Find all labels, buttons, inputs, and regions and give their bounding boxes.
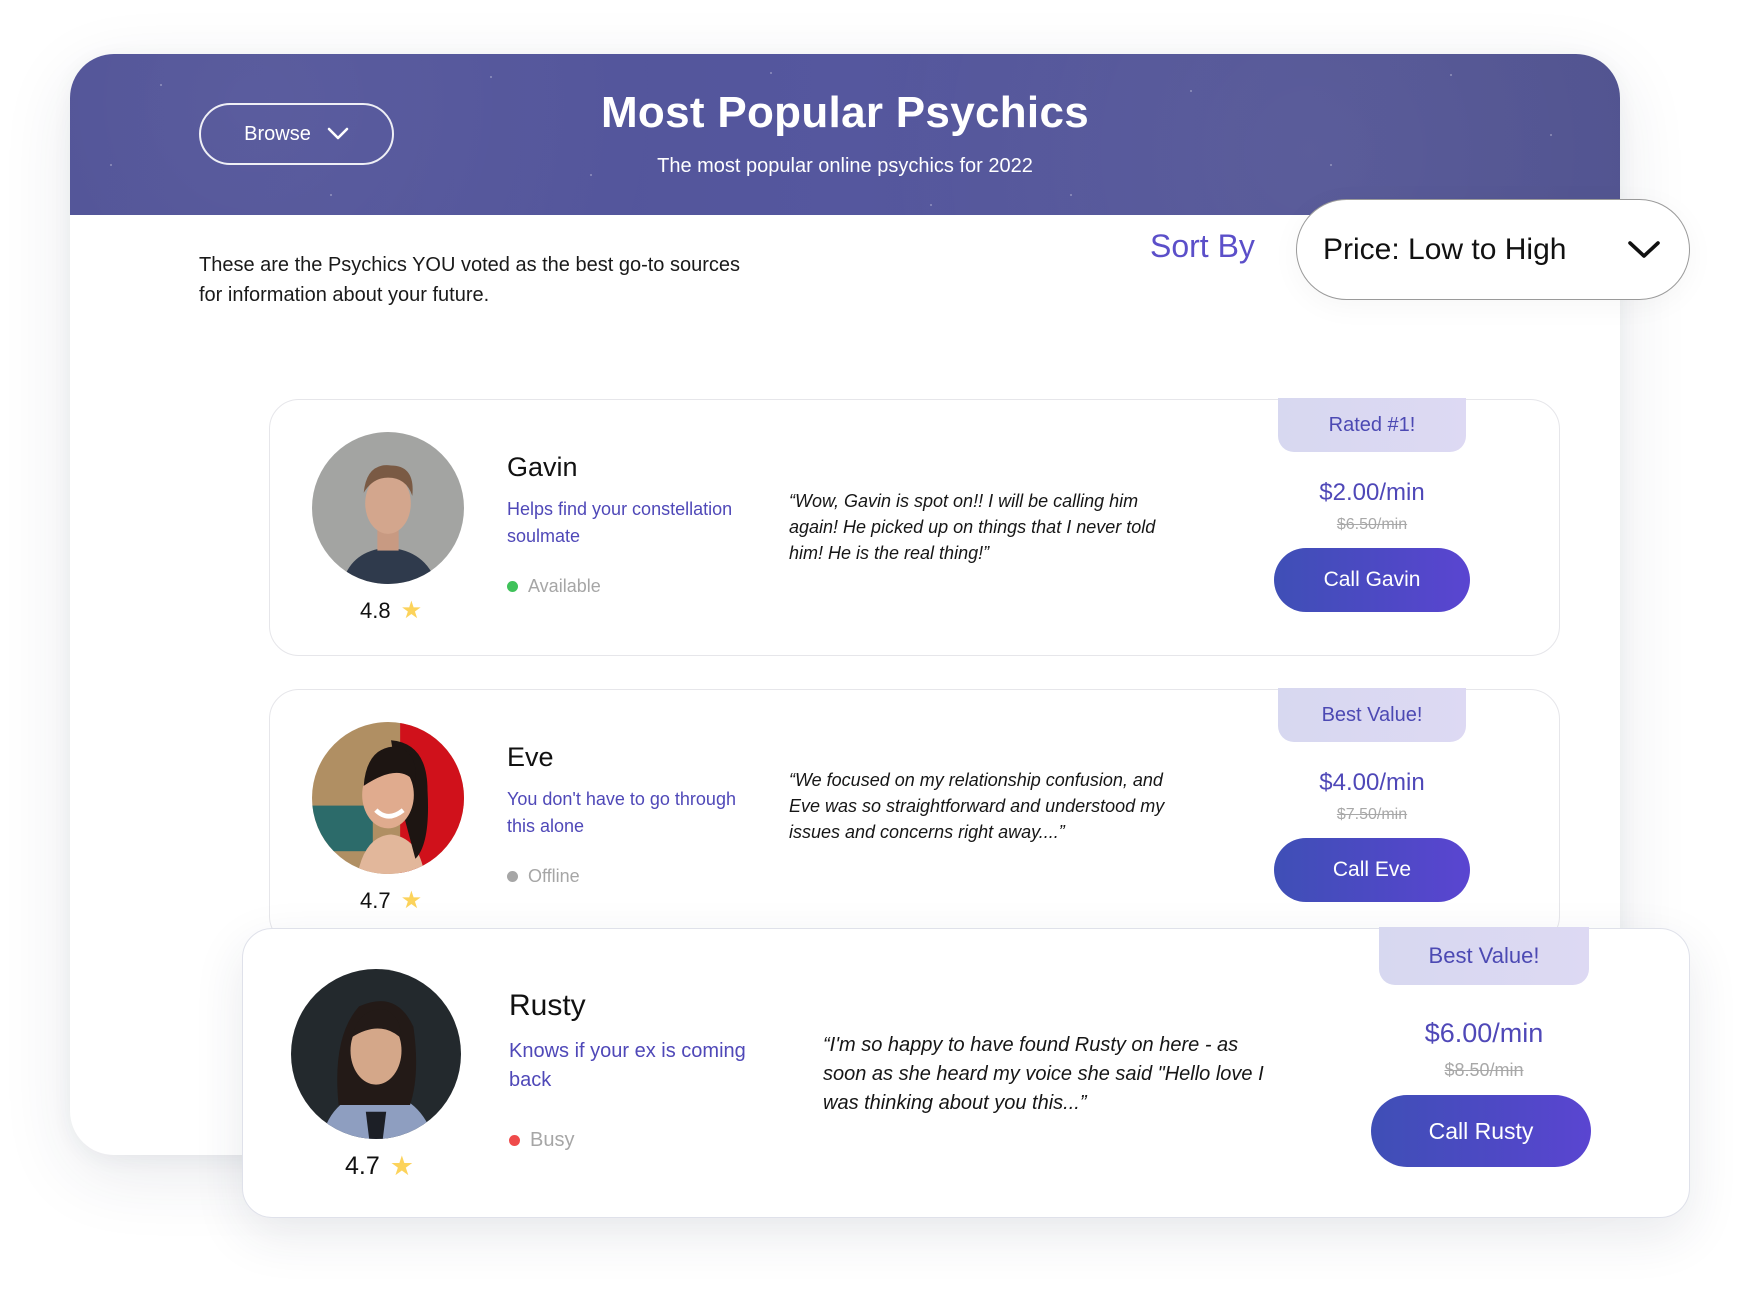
star-icon: ★ [389, 1151, 414, 1181]
call-button[interactable]: Call Gavin [1274, 548, 1470, 612]
psychic-tagline: Helps find your constellation soulmate [507, 499, 733, 546]
star-icon: ★ [400, 887, 423, 914]
page-title: Most Popular Psychics [600, 88, 1089, 137]
psychic-card: 4.7 ★ Eve You don't have to go through t… [269, 688, 1560, 946]
status-text: Busy [530, 1129, 575, 1151]
sort-selected-value: Price: Low to High [1323, 232, 1567, 266]
psychic-name: Eve [507, 742, 554, 772]
price: $2.00/min [1319, 479, 1425, 506]
testimonial-quote: “We focused on my relationship confusion… [789, 770, 1165, 842]
rating: 4.7 ★ [360, 886, 422, 915]
status-dot-icon [509, 1135, 520, 1146]
price: $6.00/min [1424, 1018, 1544, 1048]
old-price: $8.50/min [1444, 1060, 1524, 1080]
status-text: Available [528, 576, 601, 596]
old-price: $6.50/min [1336, 516, 1408, 533]
rating-value: 4.7 [360, 887, 391, 913]
rating-value: 4.8 [360, 597, 391, 623]
avatar [312, 722, 464, 874]
psychic-name: Gavin [507, 452, 578, 482]
status-indicator: Busy [509, 1129, 574, 1152]
badge: Best Value! [1278, 688, 1466, 742]
psychic-name: Rusty [509, 989, 586, 1022]
testimonial-quote: “Wow, Gavin is spot on!! I will be calli… [789, 491, 1156, 563]
psychic-card: 4.7 ★ Rusty Knows if your ex is coming b… [242, 927, 1690, 1218]
call-button[interactable]: Call Eve [1274, 838, 1470, 902]
status-dot-icon [507, 871, 518, 882]
status-text: Offline [528, 866, 580, 886]
intro-text: These are the Psychics YOU voted as the … [199, 254, 741, 306]
old-price: $7.50/min [1336, 806, 1408, 823]
sort-by-label: Sort By [1150, 228, 1255, 264]
badge: Best Value! [1379, 927, 1589, 985]
price: $4.00/min [1319, 769, 1425, 796]
psychic-tagline: Knows if your ex is coming back [509, 1040, 746, 1091]
rating: 4.8 ★ [360, 596, 422, 625]
status-dot-icon [507, 581, 518, 592]
star-icon: ★ [400, 597, 423, 624]
sort-dropdown[interactable]: Price: Low to High [1296, 199, 1690, 300]
testimonial-quote: “I'm so happy to have found Rusty on her… [823, 1034, 1264, 1114]
avatar [312, 432, 464, 584]
chevron-down-icon [1628, 240, 1660, 258]
badge: Rated #1! [1278, 398, 1466, 452]
psychic-card: 4.8 ★ Gavin Helps find your constellatio… [269, 398, 1560, 656]
call-button[interactable]: Call Rusty [1371, 1095, 1591, 1167]
rating: 4.7 ★ [345, 1151, 414, 1182]
status-indicator: Offline [507, 866, 580, 887]
psychic-tagline: You don't have to go through this alone [507, 789, 736, 836]
hero-banner: Browse Most Popular Psychics The most po… [70, 54, 1620, 215]
avatar [291, 969, 461, 1139]
rating-value: 4.7 [345, 1152, 380, 1180]
page-subtitle: The most popular online psychics for 202… [657, 155, 1033, 177]
status-indicator: Available [507, 576, 601, 597]
